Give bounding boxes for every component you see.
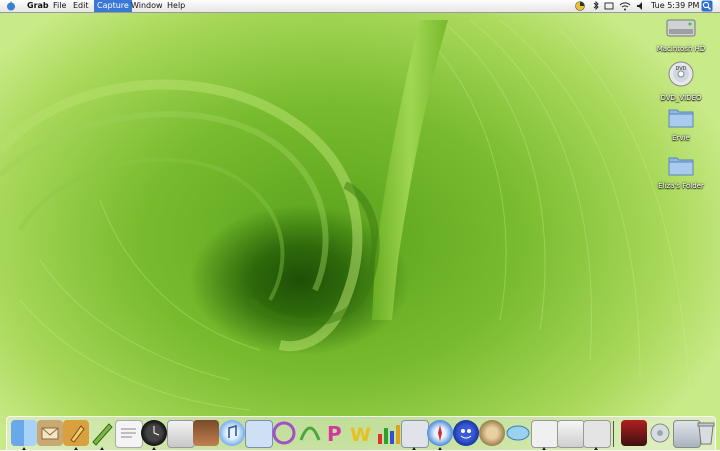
desktop-icon-label: DVD_VIDEO xyxy=(660,94,702,102)
dock-separator xyxy=(613,421,614,447)
app-name-menu[interactable]: Grab xyxy=(24,0,52,12)
preview-icon[interactable] xyxy=(245,420,273,448)
svg-text:DVD: DVD xyxy=(675,66,686,72)
apple-menu-icon[interactable] xyxy=(6,1,16,11)
textedit-icon[interactable] xyxy=(115,420,143,448)
safari-icon[interactable] xyxy=(427,420,453,446)
folder-icon xyxy=(668,109,694,128)
itunes-icon[interactable] xyxy=(219,420,245,446)
bluetooth-icon[interactable] xyxy=(592,0,600,12)
leaf-wallpaper xyxy=(0,19,691,411)
network-app-icon[interactable] xyxy=(505,420,531,446)
wifi-icon[interactable] xyxy=(618,0,632,12)
disk-utility-icon[interactable] xyxy=(167,420,195,448)
notes-app-icon[interactable] xyxy=(531,420,559,448)
desktop-icon-label: Ervie xyxy=(672,134,690,142)
trash-icon[interactable] xyxy=(697,420,720,446)
iphoto-icon[interactable] xyxy=(193,420,219,446)
menu-file[interactable]: File xyxy=(50,0,69,12)
photo-app-icon[interactable] xyxy=(621,420,647,446)
spotlight-search-icon[interactable] xyxy=(701,0,713,12)
aim-icon[interactable] xyxy=(453,420,479,446)
menu-edit[interactable]: Edit xyxy=(70,0,92,12)
battery-status-icon[interactable] xyxy=(574,0,586,12)
scissors-app-icon[interactable] xyxy=(583,420,611,448)
volume-icon[interactable] xyxy=(636,0,646,12)
photoshop-icon[interactable]: P xyxy=(323,420,349,446)
dock: P W xyxy=(6,416,716,451)
mail-icon[interactable] xyxy=(37,420,63,446)
finder-icon[interactable] xyxy=(11,420,37,446)
address-book-icon[interactable] xyxy=(63,420,89,446)
desktop-icon-ervie[interactable]: Ervie xyxy=(646,106,716,142)
pencil-app-icon[interactable] xyxy=(89,420,115,446)
desktop-icon-label: Eliza's Folder xyxy=(658,182,704,190)
display-icon[interactable] xyxy=(604,0,614,12)
desktop-icon-elizas-folder[interactable]: Eliza's Folder xyxy=(646,154,716,190)
apple-app-icon[interactable] xyxy=(557,420,585,448)
dvd-icon: DVD xyxy=(668,61,694,87)
svg-text:W: W xyxy=(350,424,371,446)
menu-bar: Grab File Edit Capture Window Help Tue 5… xyxy=(0,0,720,13)
desktop-background xyxy=(0,0,720,450)
system-tool-icon[interactable] xyxy=(297,420,323,446)
hard-drive-icon xyxy=(666,19,696,37)
word-icon[interactable]: W xyxy=(349,420,375,446)
mixer-icon[interactable] xyxy=(647,420,673,446)
desktop-icon-dvd[interactable]: DVD DVD_VIDEO xyxy=(646,60,716,102)
ichat-icon[interactable] xyxy=(271,420,297,446)
chart-app-icon[interactable] xyxy=(375,420,401,446)
folder-icon xyxy=(668,157,694,176)
menu-capture[interactable]: Capture xyxy=(94,0,132,12)
sketch-app-icon[interactable] xyxy=(401,420,429,448)
sound-app-icon[interactable] xyxy=(479,420,505,446)
desktop-icon-macintosh-hd[interactable]: Macintosh HD xyxy=(646,17,716,53)
svg-text:P: P xyxy=(327,422,342,446)
menu-clock[interactable]: Tue 5:39 PM xyxy=(648,0,702,12)
clock-icon[interactable] xyxy=(141,420,167,446)
desktop-icon-label: Macintosh HD xyxy=(656,45,706,53)
menu-help[interactable]: Help xyxy=(164,0,188,12)
menu-window[interactable]: Window xyxy=(128,0,166,12)
